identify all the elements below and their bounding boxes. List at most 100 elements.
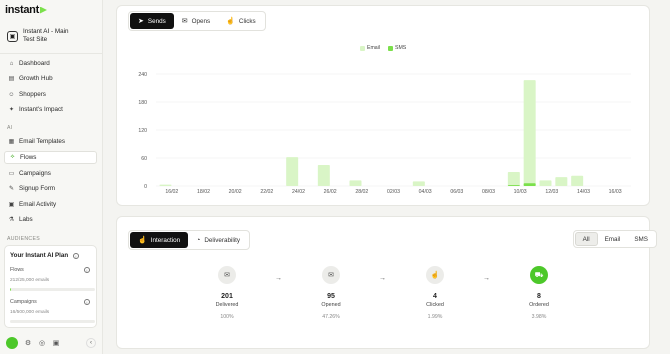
y-tick-label: 60 xyxy=(141,156,147,162)
sidebar-item-email-activity[interactable]: ▣ Email Activity xyxy=(4,198,97,211)
sidebar-item-flows[interactable]: ⟡ Flows xyxy=(4,151,97,164)
tab-sends[interactable]: ➤ Sends xyxy=(130,13,174,29)
sends-bar-chart: 0 60 120 180 240 16/02 18/02 20/02 22/02 24/02 26/… xyxy=(138,72,631,195)
collapse-sidebar-icon[interactable]: ‹ xyxy=(86,337,96,348)
tab-label: Deliverability xyxy=(204,236,241,244)
y-tick-label: 0 xyxy=(144,184,147,190)
chart-icon: ▤ xyxy=(8,76,15,82)
campaigns-usage-bar xyxy=(10,320,95,323)
x-tick-label: 22/02 xyxy=(260,189,273,195)
sidebar-item-email-templates[interactable]: ▦ Email Templates xyxy=(4,135,97,148)
x-tick-label: 12/03 xyxy=(545,189,558,195)
y-tick-label: 120 xyxy=(138,128,147,134)
legend-label: Email xyxy=(367,45,380,51)
flows-usage-value: 212/25,000 emails xyxy=(10,278,50,283)
metric-tabs: ➤ Sends ✉ Opens ☝ Clicks xyxy=(128,11,266,31)
sidebar-item-dashboard[interactable]: ⌂ Dashboard xyxy=(4,57,97,70)
funnel-step-ordered: ⛟ 8 Ordered 3.98% xyxy=(509,266,569,320)
legend-swatch-sms xyxy=(387,45,393,51)
sidebar-item-label: Email Activity xyxy=(19,201,57,208)
section-label-ai: AI xyxy=(7,125,13,131)
sidebar-item-label: Dashboard xyxy=(19,60,50,67)
globe-icon[interactable]: ◎ xyxy=(38,339,46,347)
flow-icon: ⟡ xyxy=(10,154,15,160)
sidebar-item-label: Flows xyxy=(20,154,37,161)
legend-item-sms[interactable]: SMS xyxy=(387,45,407,51)
sidebar-item-impact[interactable]: ✦ Instant's Impact xyxy=(4,103,97,116)
envelope-icon: ✉ xyxy=(218,266,236,284)
legend-item-email[interactable]: Email xyxy=(360,45,380,51)
plan-card: Your Instant AI Plan i Flows i 212/25,00… xyxy=(4,245,97,328)
bar-sms xyxy=(507,185,520,186)
brand-logo[interactable]: instant xyxy=(5,4,47,16)
bar-email xyxy=(412,181,425,186)
site-name-line2: Test Site xyxy=(23,36,48,43)
campaigns-usage-label: Campaigns xyxy=(10,299,37,305)
grid-icon: ⌂ xyxy=(9,60,14,67)
sidebar-item-label: Email Templates xyxy=(19,138,66,145)
sidebar-item-shoppers[interactable]: ☺ Shoppers xyxy=(4,88,97,101)
tab-label: Interaction xyxy=(150,236,181,244)
bar-email xyxy=(523,80,536,186)
tab-opens[interactable]: ✉ Opens xyxy=(174,13,218,29)
x-tick-label: 08/03 xyxy=(482,189,495,195)
bar-email xyxy=(317,165,330,186)
y-tick-label: 240 xyxy=(138,72,147,78)
chart-legend: Email SMS xyxy=(360,45,406,51)
sidebar-item-signup-form[interactable]: ✎ Signup Form xyxy=(4,182,97,195)
legend-label: SMS xyxy=(394,45,407,51)
bar-email xyxy=(349,180,362,186)
calendar-icon[interactable]: ▣ xyxy=(52,339,60,347)
site-switcher[interactable]: ▣ Instant AI - Main Test Site xyxy=(4,23,98,49)
y-tick-label: 180 xyxy=(138,100,147,106)
sidebar-item-label: Campaigns xyxy=(19,170,51,177)
filter-email[interactable]: Email xyxy=(598,232,628,246)
envelope-open-icon: ✉ xyxy=(181,18,188,25)
envelope-open-icon: ✉ xyxy=(322,266,340,284)
avatar[interactable] xyxy=(6,336,18,349)
sidebar-item-growth-hub[interactable]: ▤ Growth Hub xyxy=(4,72,97,85)
spark-icon: ✦ xyxy=(8,107,15,113)
sidebar-item-label: Growth Hub xyxy=(19,75,53,82)
sidebar: instant ▣ Instant AI - Main Test Site ⌂ … xyxy=(0,0,103,354)
tab-deliverability[interactable]: ◔ Deliverability xyxy=(188,232,248,248)
arrow-right-icon: → xyxy=(483,275,490,282)
funnel-label: Opened xyxy=(321,302,341,308)
filter-all[interactable]: All xyxy=(574,232,598,246)
info-icon[interactable]: i xyxy=(84,267,90,273)
filter-sms[interactable]: SMS xyxy=(627,232,655,246)
arrow-right-icon: → xyxy=(379,275,386,282)
funnel-pct: 100% xyxy=(220,314,234,320)
funnel-label: Clicked xyxy=(426,302,444,308)
form-icon: ✎ xyxy=(8,186,15,192)
section-label-audiences: AUDIENCES xyxy=(7,236,40,241)
sidebar-item-campaigns[interactable]: ▭ Campaigns xyxy=(4,167,97,180)
funnel-pct: 3.98% xyxy=(531,314,547,320)
store-icon: ▣ xyxy=(7,30,18,42)
settings-icon[interactable]: ⚙ xyxy=(24,339,32,347)
tab-clicks[interactable]: ☝ Clicks xyxy=(218,13,264,29)
send-icon: ➤ xyxy=(138,18,144,25)
x-tick-label: 06/03 xyxy=(450,189,463,195)
sidebar-item-label: Signup Form xyxy=(19,185,56,192)
gauge-icon: ◔ xyxy=(196,236,201,244)
funnel-pct: 1.99% xyxy=(427,314,443,320)
flows-usage-bar xyxy=(10,288,95,291)
x-tick-label: 04/03 xyxy=(419,189,432,195)
funnel-label: Ordered xyxy=(529,302,549,308)
x-tick-label: 16/03 xyxy=(609,189,622,195)
info-icon[interactable]: i xyxy=(73,253,79,259)
bar-sms xyxy=(523,183,536,186)
bar-email xyxy=(571,175,584,186)
bar-email xyxy=(507,172,520,186)
info-icon[interactable]: i xyxy=(84,299,90,305)
flows-usage-label: Flows xyxy=(10,267,24,273)
tab-interaction[interactable]: ☝ Interaction xyxy=(130,232,189,248)
x-tick-label: 28/02 xyxy=(355,189,368,195)
funnel-pct: 47.26% xyxy=(322,314,340,320)
x-tick-label: 26/02 xyxy=(324,189,337,195)
funnel-step-clicked: ☝ 4 Clicked 1.99% xyxy=(405,266,465,320)
arrow-right-icon: → xyxy=(275,275,282,282)
sidebar-item-labs[interactable]: ⚗ Labs xyxy=(4,213,97,226)
bar-email xyxy=(539,180,552,186)
